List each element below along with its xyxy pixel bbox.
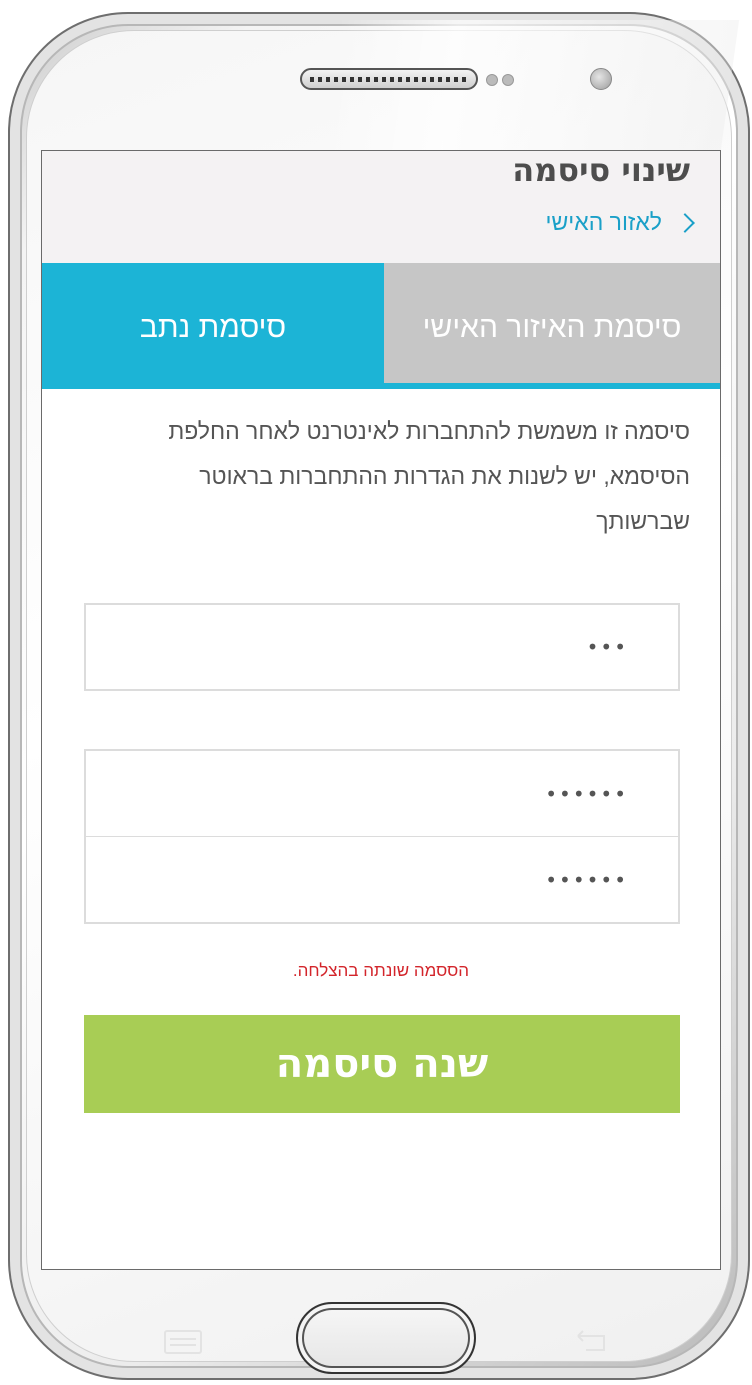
breadcrumb-back-link[interactable]: לאזור האישי (545, 209, 695, 236)
phone-screen: שינוי סיסמה לאזור האישי סיסמת האיזור האי… (41, 150, 721, 1270)
breadcrumb-label: לאזור האישי (545, 209, 662, 235)
page-header: שינוי סיסמה לאזור האישי (42, 151, 720, 263)
tabs-underline (42, 383, 720, 389)
router-password-description: סיסמה זו משמשת להתחברות לאינטרנט לאחר הח… (168, 418, 690, 534)
page-title: שינוי סיסמה (512, 151, 690, 189)
back-icon[interactable] (574, 1326, 608, 1354)
change-password-button[interactable]: שנה סיסמה (84, 1015, 680, 1113)
proximity-sensor (486, 74, 498, 86)
confirm-password-field[interactable] (84, 836, 680, 924)
new-password-field[interactable] (84, 749, 680, 837)
menu-icon[interactable] (164, 1330, 202, 1354)
earpiece-speaker (300, 68, 478, 90)
tab-router-password[interactable]: סיסמת נתב (42, 263, 384, 383)
front-camera (590, 68, 612, 90)
current-password-field[interactable] (84, 603, 680, 691)
password-tabs: סיסמת האיזור האישי סיסמת נתב (42, 263, 720, 389)
light-sensor (502, 74, 514, 86)
home-button[interactable] (296, 1302, 476, 1374)
tab-personal-area-password[interactable]: סיסמת האיזור האישי (384, 263, 720, 383)
chevron-right-icon (675, 212, 695, 233)
status-message: הססמה שונתה בהצלחה. (292, 961, 470, 980)
